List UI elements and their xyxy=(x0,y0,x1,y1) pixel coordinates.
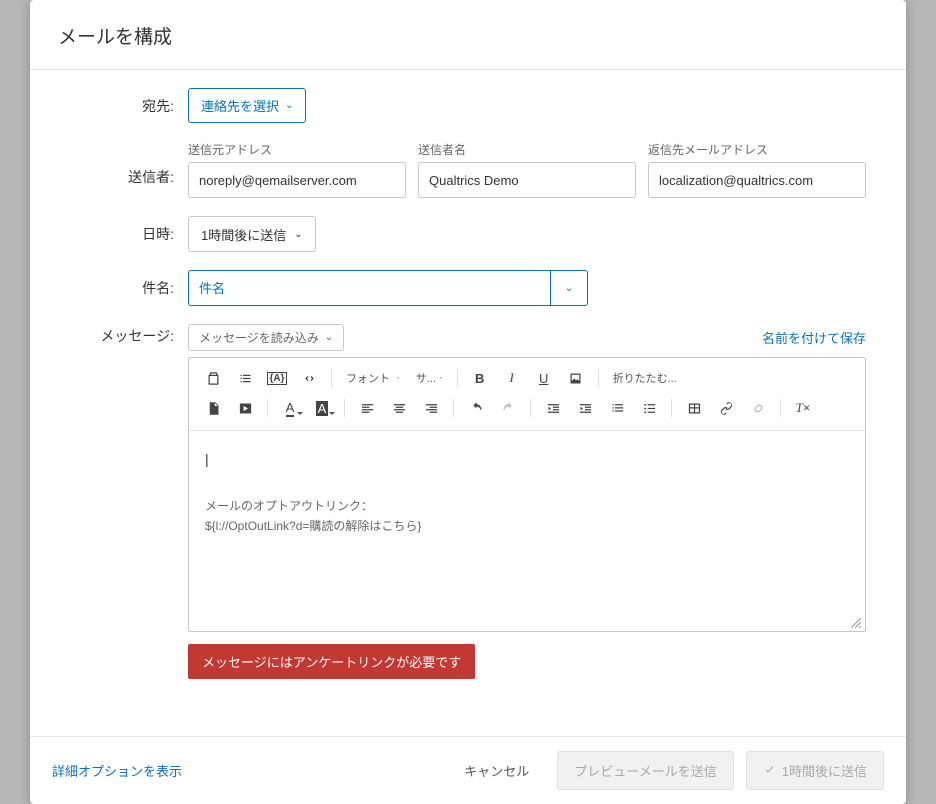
row-when: 日時: 1時間後に送信 ⌄ xyxy=(70,216,866,252)
underline-icon[interactable]: U xyxy=(530,366,558,390)
subject-wrap: ⌄ xyxy=(188,270,588,306)
separator xyxy=(267,399,268,417)
row-to: 宛先: 連絡先を選択 ⌄ xyxy=(70,88,866,123)
bullet-list-icon[interactable] xyxy=(635,396,663,420)
italic-icon[interactable]: I xyxy=(498,366,526,390)
image-icon[interactable] xyxy=(562,366,590,390)
undo-icon[interactable] xyxy=(462,396,490,420)
label-when: 日時: xyxy=(70,216,188,244)
reply-to-input[interactable] xyxy=(648,162,866,198)
send-time-dropdown[interactable]: 1時間後に送信 ⌄ xyxy=(188,216,316,252)
send-button-label: 1時間後に送信 xyxy=(782,761,867,780)
code-icon[interactable] xyxy=(295,366,323,390)
rich-text-editor: {A} フォント · サ... · B I U 折りたたむ... xyxy=(188,357,866,632)
resize-handle-icon[interactable] xyxy=(851,617,863,629)
new-page-icon[interactable] xyxy=(199,396,227,420)
label-to: 宛先: xyxy=(70,88,188,116)
align-right-icon[interactable] xyxy=(417,396,445,420)
row-subject: 件名: ⌄ xyxy=(70,270,866,306)
separator xyxy=(457,369,458,387)
preview-send-button[interactable]: プレビューメールを送信 xyxy=(557,751,733,790)
opt-out-label: メールのオプトアウトリンク： xyxy=(205,497,849,514)
separator xyxy=(598,369,599,387)
separator xyxy=(331,369,332,387)
cancel-button[interactable]: キャンセル xyxy=(448,752,545,789)
editor-body[interactable]: | メールのオプトアウトリンク： ${l://OptOutLink?d=購読の解… xyxy=(189,431,865,631)
save-as-link[interactable]: 名前を付けて保存 xyxy=(762,328,866,347)
remove-format-icon[interactable]: T✕ xyxy=(789,396,817,420)
select-contacts-label: 連絡先を選択 xyxy=(201,96,279,115)
from-address-input[interactable] xyxy=(188,162,406,198)
from-name-label: 送信者名 xyxy=(418,141,636,158)
reply-to-group: 返信先メールアドレス xyxy=(648,141,866,198)
send-time-label: 1時間後に送信 xyxy=(201,225,286,244)
separator xyxy=(780,399,781,417)
separator xyxy=(453,399,454,417)
label-from: 送信者: xyxy=(70,141,188,187)
align-left-icon[interactable] xyxy=(353,396,381,420)
compose-email-modal: メールを構成 宛先: 連絡先を選択 ⌄ 送信者: 送信元アドレス 送信者名 xyxy=(30,0,906,804)
label-message: メッセージ: xyxy=(70,324,188,346)
link-icon[interactable] xyxy=(712,396,740,420)
reply-to-label: 返信先メールアドレス xyxy=(648,141,866,158)
unlink-icon[interactable] xyxy=(744,396,772,420)
subject-dropdown-button[interactable]: ⌄ xyxy=(550,270,588,306)
numbered-list-icon[interactable] xyxy=(603,396,631,420)
from-address-group: 送信元アドレス xyxy=(188,141,406,198)
opt-out-code: ${l://OptOutLink?d=購読の解除はこちら} xyxy=(205,517,849,534)
separator xyxy=(344,399,345,417)
message-top-bar: メッセージを読み込み ⌄ 名前を付けて保存 xyxy=(188,324,866,351)
modal-header: メールを構成 xyxy=(30,0,906,70)
load-message-label: メッセージを読み込み xyxy=(199,329,319,346)
font-family-dropdown[interactable]: フォント · xyxy=(340,366,406,390)
row-message: メッセージ: メッセージを読み込み ⌄ 名前を付けて保存 {A} xyxy=(70,324,866,679)
collapse-toolbar-button[interactable]: 折りたたむ... xyxy=(607,366,683,390)
check-icon xyxy=(763,764,776,777)
chevron-down-icon: ⌄ xyxy=(325,332,333,343)
background-color-icon[interactable]: A xyxy=(308,396,336,420)
warning-bar: メッセージにはアンケートリンクが必要です xyxy=(188,644,475,679)
font-size-dropdown[interactable]: サ... · xyxy=(410,366,449,390)
redo-icon[interactable] xyxy=(494,396,522,420)
load-message-dropdown[interactable]: メッセージを読み込み ⌄ xyxy=(188,324,344,351)
separator xyxy=(530,399,531,417)
preview-icon[interactable] xyxy=(231,396,259,420)
modal-title: メールを構成 xyxy=(58,22,878,49)
modal-footer: 詳細オプションを表示 キャンセル プレビューメールを送信 1時間後に送信 xyxy=(30,736,906,804)
subject-input[interactable] xyxy=(188,270,550,306)
outdent-icon[interactable] xyxy=(539,396,567,420)
chevron-down-icon: ⌄ xyxy=(285,100,293,111)
align-center-icon[interactable] xyxy=(385,396,413,420)
row-from: 送信者: 送信元アドレス 送信者名 返信先メールアドレス xyxy=(70,141,866,198)
clipboard-icon[interactable] xyxy=(199,366,227,390)
piped-text-icon[interactable]: {A} xyxy=(263,366,291,390)
select-contacts-button[interactable]: 連絡先を選択 ⌄ xyxy=(188,88,306,123)
text-color-icon[interactable]: A xyxy=(276,396,304,420)
from-name-input[interactable] xyxy=(418,162,636,198)
cursor: | xyxy=(205,451,849,467)
separator xyxy=(671,399,672,417)
editor-toolbar: {A} フォント · サ... · B I U 折りたたむ... xyxy=(189,358,865,431)
table-icon[interactable] xyxy=(680,396,708,420)
indent-icon[interactable] xyxy=(571,396,599,420)
from-address-label: 送信元アドレス xyxy=(188,141,406,158)
bold-icon[interactable]: B xyxy=(466,366,494,390)
chevron-down-icon: ⌄ xyxy=(565,283,573,294)
list-icon[interactable] xyxy=(231,366,259,390)
advanced-options-link[interactable]: 詳細オプションを表示 xyxy=(52,761,182,780)
modal-body: 宛先: 連絡先を選択 ⌄ 送信者: 送信元アドレス 送信者名 xyxy=(30,70,906,736)
chevron-down-icon: ⌄ xyxy=(294,229,302,240)
label-subject: 件名: xyxy=(70,270,188,298)
from-name-group: 送信者名 xyxy=(418,141,636,198)
send-button[interactable]: 1時間後に送信 xyxy=(746,751,884,790)
